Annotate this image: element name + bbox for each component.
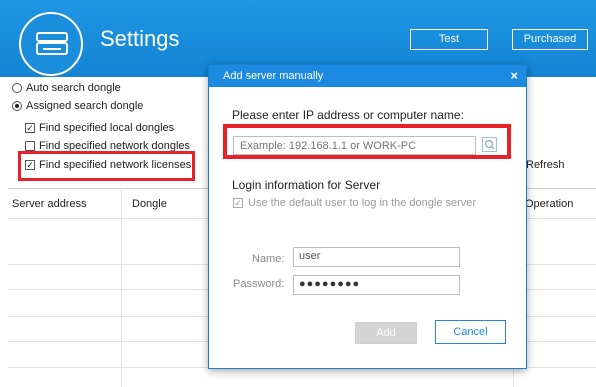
dialog-title-bar: Add server manually × bbox=[209, 65, 526, 87]
password-label: Password: bbox=[233, 278, 285, 290]
purchased-button[interactable]: Purchased bbox=[512, 29, 588, 50]
find-network-dongles-checkbox[interactable] bbox=[25, 141, 35, 151]
network-licenses-highlight bbox=[18, 151, 195, 181]
find-local-checkbox[interactable]: ✓ bbox=[25, 123, 35, 133]
close-icon[interactable]: × bbox=[510, 68, 518, 83]
ip-prompt: Please enter IP address or computer name… bbox=[232, 108, 464, 122]
ip-input-highlight bbox=[223, 124, 511, 159]
add-server-dialog: Add server manually × Please enter IP ad… bbox=[208, 64, 527, 369]
assigned-search-radio[interactable] bbox=[12, 101, 22, 111]
dialog-title: Add server manually bbox=[223, 70, 324, 82]
app-logo bbox=[19, 12, 83, 76]
column-header-dongle: Dongle bbox=[132, 198, 167, 210]
login-heading: Login information for Server bbox=[232, 178, 381, 192]
find-local-label: Find specified local dongles bbox=[39, 122, 175, 134]
page-title: Settings bbox=[100, 26, 180, 51]
cancel-button[interactable]: Cancel bbox=[435, 320, 506, 344]
auto-search-radio[interactable] bbox=[12, 83, 22, 93]
column-header-operation: Operation bbox=[525, 198, 574, 210]
drive-icon bbox=[36, 32, 68, 55]
default-user-label: Use the default user to log in the dongl… bbox=[248, 197, 477, 209]
assigned-search-option[interactable]: Assigned search dongle bbox=[12, 100, 143, 112]
default-user-option[interactable]: ✓ Use the default user to log in the don… bbox=[233, 197, 476, 209]
name-label: Name: bbox=[252, 253, 285, 265]
password-field[interactable]: ●●●●●●●● bbox=[293, 275, 460, 295]
auto-search-option[interactable]: Auto search dongle bbox=[12, 82, 121, 94]
assigned-search-label: Assigned search dongle bbox=[26, 100, 144, 112]
refresh-button[interactable]: Refresh bbox=[526, 159, 565, 171]
name-field[interactable]: user bbox=[293, 247, 460, 267]
test-button[interactable]: Test bbox=[410, 29, 488, 50]
add-button[interactable]: Add bbox=[355, 322, 417, 344]
auto-search-label: Auto search dongle bbox=[26, 82, 121, 94]
find-local-option[interactable]: ✓ Find specified local dongles bbox=[25, 122, 174, 134]
column-header-server-address: Server address bbox=[12, 198, 87, 210]
default-user-checkbox[interactable]: ✓ bbox=[233, 198, 243, 208]
